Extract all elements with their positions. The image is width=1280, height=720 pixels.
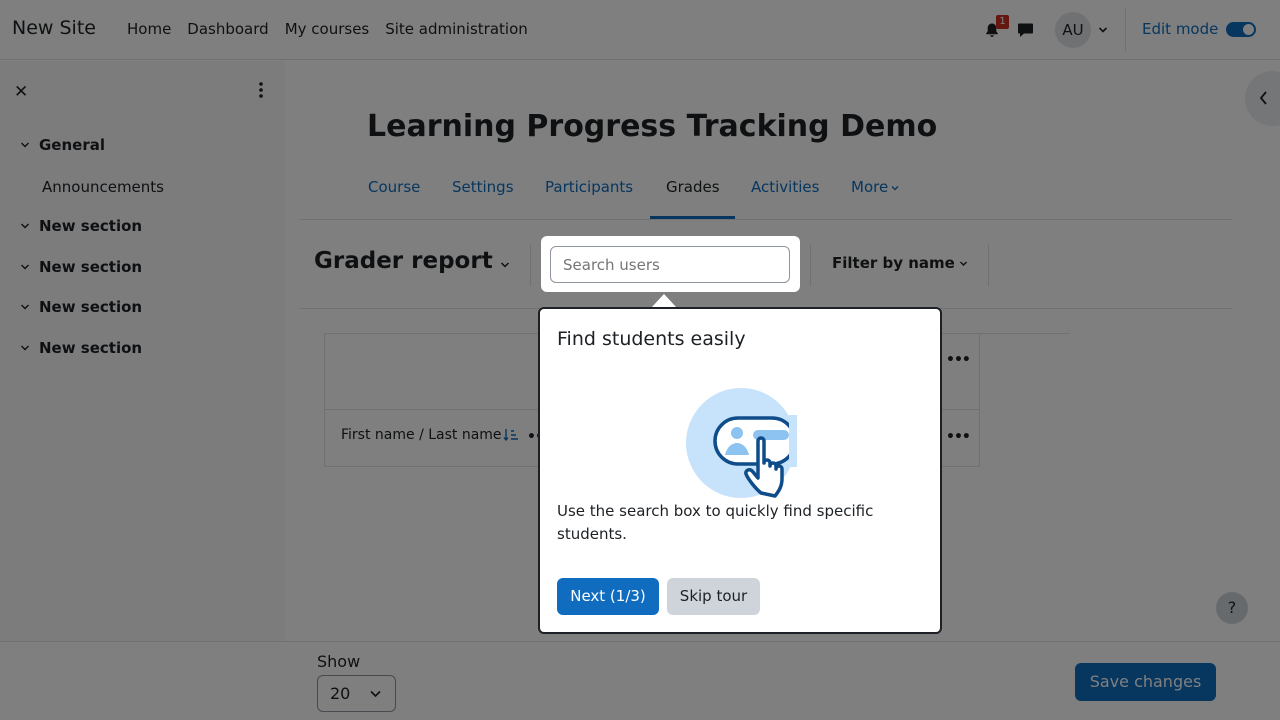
search-users-illustration-icon	[686, 388, 797, 498]
tour-step-popover: Find students easily Use the search box …	[538, 307, 942, 634]
tour-skip-button[interactable]: Skip tour	[667, 578, 760, 615]
tour-next-button[interactable]: Next (1/3)	[557, 578, 659, 615]
search-users-input[interactable]	[550, 246, 790, 283]
popover-arrow	[651, 294, 677, 308]
tour-step-title: Find students easily	[557, 328, 746, 350]
tour-spotlight	[541, 236, 800, 292]
tour-step-body: Use the search box to quickly find speci…	[557, 502, 874, 543]
